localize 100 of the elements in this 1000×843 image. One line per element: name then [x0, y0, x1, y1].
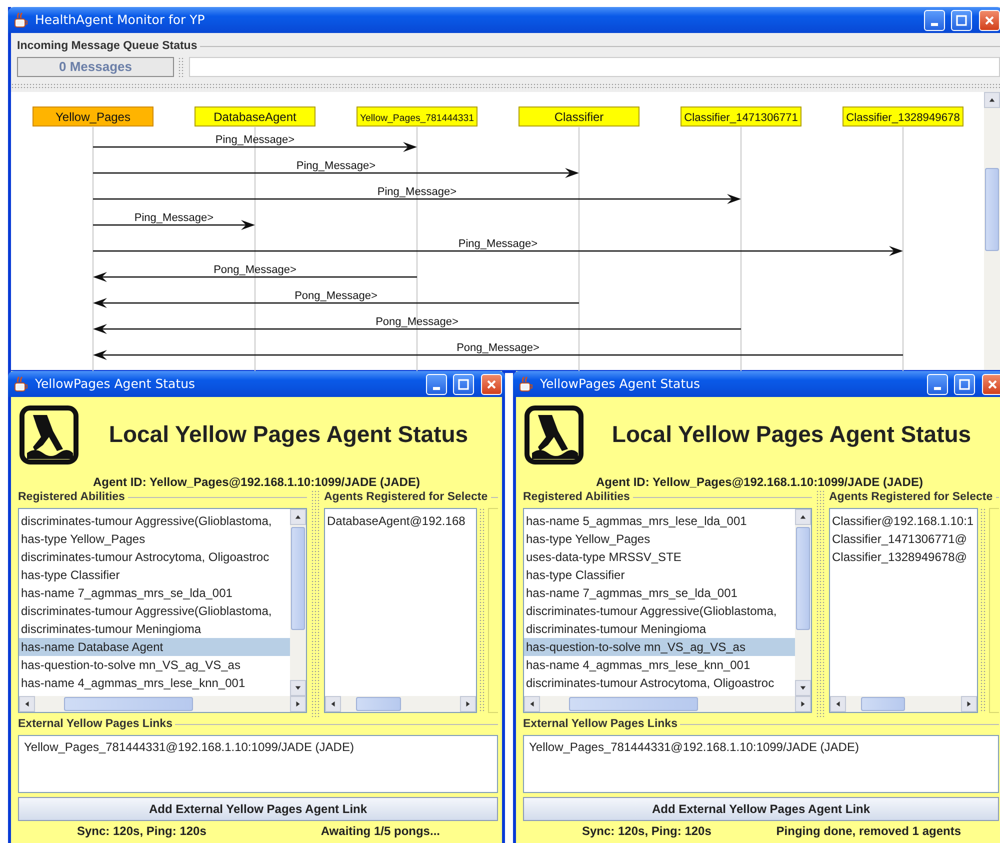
list-item[interactable]: discriminates-tumour Astrocytoma, Oligoastroc: [524, 674, 795, 692]
list-item[interactable]: has-question-to-solve mn_VS_ag_VS_as: [19, 656, 290, 674]
app-icon: [518, 376, 534, 392]
minimize-button[interactable]: [924, 10, 945, 30]
window-title: YellowPages Agent Status: [35, 374, 196, 393]
list-item[interactable]: discriminates-tumour Aggressive(Glioblastoma,: [19, 602, 290, 620]
minimize-icon: [934, 386, 941, 390]
window-heading: Local Yellow Pages Agent Status: [108, 420, 470, 450]
group-title: Registered Abilities: [18, 490, 125, 504]
vertical-scrollbar[interactable]: [290, 509, 306, 696]
logo-icon: [524, 404, 584, 464]
horizontal-scrollbar[interactable]: [19, 696, 306, 712]
ping-status-text: Pinging done, removed 1 agents: [776, 823, 961, 840]
vertical-scrollbar[interactable]: [795, 509, 811, 696]
scroll-arrow-button[interactable]: [290, 696, 306, 712]
add-link-button[interactable]: Add External Yellow Pages Agent Link: [18, 797, 498, 821]
list-item[interactable]: Classifier@192.168.1.10:1: [830, 512, 977, 530]
list-item[interactable]: has-name 7_agmmas_mrs_se_lda_001: [19, 584, 290, 602]
list-item[interactable]: DatabaseAgent@192.168: [325, 512, 476, 530]
horizontal-scrollbar[interactable]: [325, 696, 476, 712]
scroll-arrow-button[interactable]: [524, 696, 540, 712]
links-text-area[interactable]: Yellow_Pages_781444331@192.168.1.10:1099/JADE (JADE): [18, 735, 498, 793]
horizontal-scrollbar[interactable]: [830, 696, 977, 712]
list-item[interactable]: has-name 4_agmmas_mrs_lese_knn_001: [524, 656, 795, 674]
scrollbar-thumb[interactable]: [985, 168, 999, 252]
list-item[interactable]: has-name 7_agmmas_mrs_se_lda_001: [524, 584, 795, 602]
horizontal-scrollbar[interactable]: [524, 696, 811, 712]
list-item[interactable]: discriminates-tumour Aggressive(Glioblastoma,: [19, 512, 290, 530]
group-title: External Yellow Pages Links: [18, 717, 172, 731]
agent-box[interactable]: Yellow_Pages_781444331: [356, 106, 478, 126]
list-item[interactable]: has-name 4_agmmas_mrs_lese_knn_001: [19, 674, 290, 692]
maximize-button[interactable]: [453, 374, 474, 394]
message-label: Pong_Message>: [456, 342, 540, 354]
scroll-arrow-button[interactable]: [830, 696, 846, 712]
scroll-arrow-button[interactable]: [795, 696, 811, 712]
message-count-label: 0 Messages: [17, 57, 174, 77]
agent-box[interactable]: Classifier_1328949678: [842, 106, 964, 126]
group-title: External Yellow Pages Links: [523, 717, 678, 731]
list-item[interactable]: Classifier_1328949678@: [830, 548, 977, 566]
maximize-button[interactable]: [951, 10, 972, 30]
scroll-arrow-button[interactable]: [460, 696, 476, 712]
scroll-arrow-button[interactable]: [795, 509, 811, 525]
list-item[interactable]: discriminates-tumour Aggressive(Glioblastoma,: [524, 602, 795, 620]
agent-id-label: Agent ID: Yellow_Pages@192.168.1.10:1099/JADE (JADE): [595, 474, 924, 490]
list-item[interactable]: has-type Yellow_Pages: [19, 530, 290, 548]
scrollbar-thumb[interactable]: [64, 697, 193, 711]
maximize-icon: [458, 378, 469, 390]
scroll-arrow-button[interactable]: [984, 92, 1000, 108]
agent-id-label: Agent ID: Yellow_Pages@192.168.1.10:1099/JADE (JADE): [92, 474, 421, 490]
scrollbar-thumb[interactable]: [291, 527, 305, 630]
list-item[interactable]: has-type Classifier: [19, 566, 290, 584]
scrollbar-thumb[interactable]: [568, 697, 698, 711]
minimize-button[interactable]: [927, 374, 948, 394]
scroll-arrow-button[interactable]: [325, 696, 341, 712]
scrollbar-thumb[interactable]: [356, 697, 402, 711]
message-label: Ping_Message>: [377, 186, 457, 198]
group-title: Agents Registered for Selecte: [324, 490, 488, 504]
splitter[interactable]: [816, 490, 825, 717]
list-item[interactable]: has-name 5_agmmas_mrs_lese_lda_001: [524, 512, 795, 530]
agent-box[interactable]: Classifier: [518, 106, 640, 126]
list-item[interactable]: has-question-to-solve mn_VS_ag_VS_as: [524, 638, 795, 656]
list-item[interactable]: Classifier_1471306771@: [830, 530, 977, 548]
window-heading: Local Yellow Pages Agent Status: [610, 420, 972, 450]
list-item[interactable]: has-name Database Agent: [19, 638, 290, 656]
window-title: YellowPages Agent Status: [540, 374, 700, 393]
list-item[interactable]: has-type Yellow_Pages: [524, 530, 795, 548]
close-button[interactable]: [979, 10, 1000, 30]
app-icon: [13, 376, 29, 392]
close-icon: [486, 378, 497, 390]
list-item[interactable]: has-type Classifier: [524, 566, 795, 584]
close-button[interactable]: [982, 374, 1000, 394]
agent-box[interactable]: Yellow_Pages: [32, 106, 154, 126]
scroll-arrow-button[interactable]: [290, 680, 306, 696]
app-icon: [13, 12, 29, 28]
scroll-arrow-button[interactable]: [795, 680, 811, 696]
message-label: Pong_Message>: [294, 290, 378, 302]
scroll-arrow-button[interactable]: [19, 696, 35, 712]
scroll-arrow-button[interactable]: [290, 509, 306, 525]
list-item[interactable]: discriminates-tumour Meningioma: [524, 620, 795, 638]
maximize-button[interactable]: [954, 374, 975, 394]
scroll-arrow-button[interactable]: [961, 696, 977, 712]
agent-box[interactable]: Classifier_1471306771: [680, 106, 802, 126]
group-title: Agents Registered for Selecte: [829, 490, 993, 504]
message-label: Ping_Message>: [215, 134, 295, 146]
links-text-area[interactable]: Yellow_Pages_781444331@192.168.1.10:1099/JADE (JADE): [523, 735, 999, 793]
maximize-icon: [956, 14, 967, 26]
close-button[interactable]: [481, 374, 502, 394]
link-entry: Yellow_Pages_781444331@192.168.1.10:1099/JADE (JADE): [528, 739, 860, 756]
scrollbar-thumb[interactable]: [860, 697, 905, 711]
add-link-button[interactable]: Add External Yellow Pages Agent Link: [523, 797, 999, 821]
agent-box[interactable]: DatabaseAgent: [194, 106, 316, 126]
scrollbar-thumb[interactable]: [796, 527, 810, 630]
splitter[interactable]: [311, 490, 320, 717]
minimize-button[interactable]: [426, 374, 447, 394]
vertical-scrollbar[interactable]: [984, 92, 1000, 370]
message-label: Pong_Message>: [214, 264, 296, 276]
list-item[interactable]: discriminates-tumour Astrocytoma, Oligoastroc: [19, 548, 290, 566]
splitter[interactable]: [178, 57, 185, 77]
list-item[interactable]: discriminates-tumour Meningioma: [19, 620, 290, 638]
list-item[interactable]: uses-data-type MRSSV_STE: [524, 548, 795, 566]
